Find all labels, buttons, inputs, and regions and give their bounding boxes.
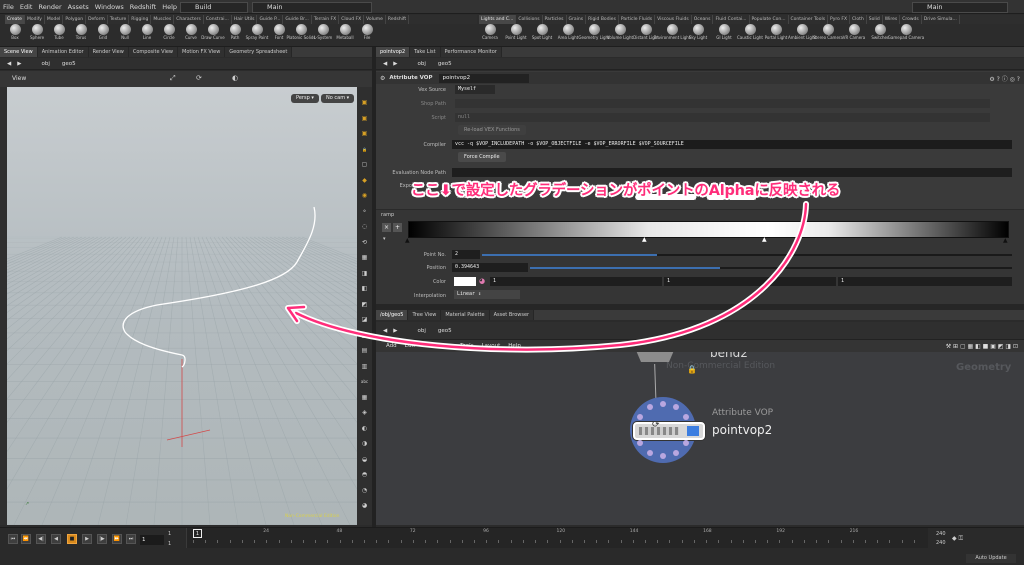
annotation-arrow: [285, 201, 809, 353]
annotation-part-2: の: [694, 183, 709, 199]
annotation-point: ポイント: [637, 183, 695, 199]
annotation-part-1: ここ⬇で設定したグラデーションが: [411, 183, 638, 199]
annotation-part-3: に反映される: [754, 183, 841, 199]
annotation-alpha: Alpha: [708, 183, 755, 199]
annotation-text: ここ⬇で設定したグラデーションがポイントのAlphaに反映される: [411, 179, 840, 200]
houdini-window: File Edit Render Assets Windows Redshift…: [0, 0, 1024, 565]
